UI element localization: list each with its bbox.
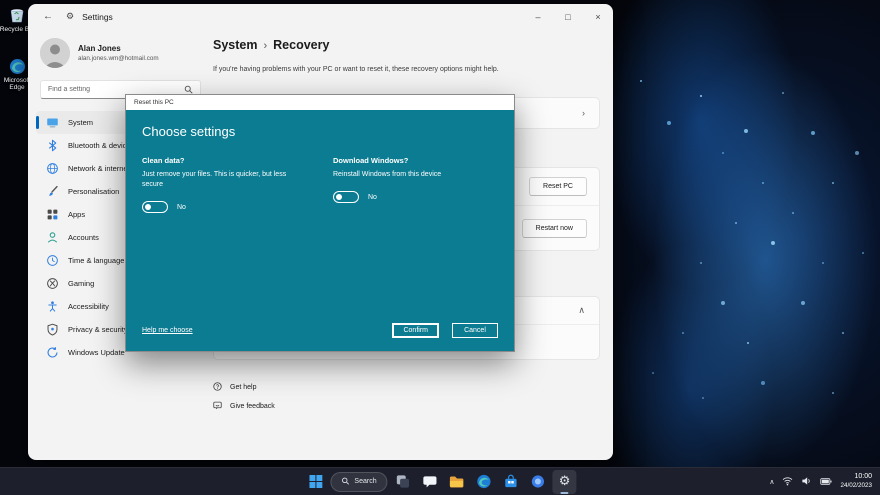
dialog-heading: Choose settings bbox=[142, 124, 498, 139]
photos-icon bbox=[530, 474, 545, 489]
dialog-body: Choose settings Clean data? Just remove … bbox=[126, 110, 514, 351]
settings-window: ← ⚙ Settings – □ × Alan Jones alan.jones… bbox=[28, 4, 613, 460]
dialog-titlebar: Reset this PC bbox=[126, 95, 514, 110]
gear-icon: ⚙ bbox=[559, 475, 571, 488]
chat-icon bbox=[422, 474, 437, 489]
wallpaper-particles bbox=[0, 0, 2, 2]
help-me-choose-link[interactable]: Help me choose bbox=[142, 327, 193, 334]
close-button[interactable]: × bbox=[583, 4, 613, 30]
sidebar-item-label: Time & language bbox=[68, 256, 124, 265]
photos-button[interactable] bbox=[526, 470, 550, 494]
desktop: Recycle Bin Microsoft Edge ← ⚙ Settings … bbox=[0, 0, 880, 495]
clean-data-option: Clean data? Just remove your files. This… bbox=[142, 156, 307, 213]
edge-icon bbox=[476, 474, 491, 489]
search-input[interactable] bbox=[48, 86, 184, 93]
feedback-icon bbox=[213, 401, 222, 412]
link-label: Get help bbox=[230, 384, 256, 391]
minimize-button[interactable]: – bbox=[523, 4, 553, 30]
volume-icon[interactable] bbox=[801, 473, 812, 491]
update-icon bbox=[46, 346, 59, 359]
reset-pc-button[interactable]: Reset PC bbox=[529, 177, 587, 196]
brush-icon bbox=[46, 185, 59, 198]
chevron-right-icon: › bbox=[582, 108, 585, 118]
battery-icon[interactable] bbox=[820, 473, 832, 491]
person-icon bbox=[46, 231, 59, 244]
task-view-icon bbox=[395, 474, 410, 489]
edge-button[interactable] bbox=[472, 470, 496, 494]
taskbar-search-label: Search bbox=[354, 478, 376, 485]
sidebar-item-label: System bbox=[68, 118, 93, 127]
sidebar-item-label: Accessibility bbox=[68, 302, 109, 311]
wifi-icon[interactable] bbox=[782, 473, 793, 491]
globe-icon bbox=[46, 162, 59, 175]
taskbar: Search ⚙ ∧ bbox=[0, 467, 880, 495]
breadcrumb-parent[interactable]: System bbox=[213, 38, 257, 52]
breadcrumb: System › Recovery bbox=[213, 38, 600, 52]
search-icon bbox=[341, 477, 349, 487]
give-feedback-link[interactable]: Give feedback bbox=[213, 399, 600, 414]
sidebar-item-label: Personalisation bbox=[68, 187, 119, 196]
accessibility-icon bbox=[46, 300, 59, 313]
clean-data-toggle[interactable] bbox=[142, 201, 168, 213]
task-view-button[interactable] bbox=[391, 470, 415, 494]
download-windows-option: Download Windows? Reinstall Windows from… bbox=[333, 156, 498, 213]
option-question: Clean data? bbox=[142, 156, 307, 165]
user-profile[interactable]: Alan Jones alan.jones.wm@hotmail.com bbox=[36, 36, 205, 68]
shield-icon bbox=[46, 323, 59, 336]
store-button[interactable] bbox=[499, 470, 523, 494]
dialog-title: Reset this PC bbox=[134, 99, 174, 106]
titlebar: ← ⚙ Settings – □ × bbox=[28, 4, 613, 30]
toggle-knob bbox=[336, 194, 342, 200]
page-subtitle: If you're having problems with your PC o… bbox=[213, 66, 600, 73]
windows-logo-icon bbox=[309, 475, 322, 488]
store-icon bbox=[503, 474, 518, 489]
clock-date: 24/02/2023 bbox=[840, 482, 872, 490]
restart-now-button[interactable]: Restart now bbox=[522, 219, 587, 238]
bluetooth-icon bbox=[46, 139, 59, 152]
download-windows-toggle[interactable] bbox=[333, 191, 359, 203]
apps-grid-icon bbox=[46, 208, 59, 221]
toggle-state-label: No bbox=[368, 194, 377, 201]
option-description: Reinstall Windows from this device bbox=[333, 170, 498, 180]
breadcrumb-separator: › bbox=[263, 40, 267, 52]
confirm-button[interactable]: Confirm bbox=[392, 323, 439, 338]
file-explorer-button[interactable] bbox=[445, 470, 469, 494]
get-help-link[interactable]: Get help bbox=[213, 380, 600, 395]
chat-button[interactable] bbox=[418, 470, 442, 494]
toggle-knob bbox=[145, 204, 151, 210]
sidebar-item-label: Gaming bbox=[68, 279, 94, 288]
sidebar-item-label: Accounts bbox=[68, 233, 99, 242]
sidebar-item-label: Windows Update bbox=[68, 348, 125, 357]
clock-time: 10:00 bbox=[840, 473, 872, 482]
sidebar-item-label: Network & internet bbox=[68, 164, 130, 173]
back-button[interactable]: ← bbox=[38, 8, 58, 26]
sidebar-item-label: Apps bbox=[68, 210, 85, 219]
link-label: Give feedback bbox=[230, 403, 275, 410]
clock-icon bbox=[46, 254, 59, 267]
avatar bbox=[40, 38, 70, 68]
file-explorer-icon bbox=[449, 474, 465, 490]
help-icon bbox=[213, 382, 222, 393]
tray-chevron-up-icon[interactable]: ∧ bbox=[769, 478, 774, 486]
xbox-icon bbox=[46, 277, 59, 290]
taskbar-clock[interactable]: 10:00 24/02/2023 bbox=[840, 473, 872, 490]
settings-taskbar-button[interactable]: ⚙ bbox=[553, 470, 577, 494]
option-question: Download Windows? bbox=[333, 156, 498, 165]
maximize-button[interactable]: □ bbox=[553, 4, 583, 30]
chevron-up-icon: ∧ bbox=[578, 305, 585, 316]
sidebar-item-label: Privacy & security bbox=[68, 325, 128, 334]
reset-pc-dialog: Reset this PC Choose settings Clean data… bbox=[125, 94, 515, 352]
system-icon bbox=[46, 116, 59, 129]
option-description: Just remove your files. This is quicker,… bbox=[142, 170, 307, 190]
settings-app-icon: ⚙ bbox=[66, 12, 74, 22]
profile-name: Alan Jones bbox=[78, 44, 159, 53]
window-title: Settings bbox=[82, 12, 113, 22]
footer-links: Get help Give feedback bbox=[213, 380, 600, 414]
page-title: Recovery bbox=[273, 38, 329, 52]
cancel-button[interactable]: Cancel bbox=[452, 323, 498, 338]
profile-email: alan.jones.wm@hotmail.com bbox=[78, 55, 159, 62]
toggle-state-label: No bbox=[177, 204, 186, 211]
taskbar-search[interactable]: Search bbox=[330, 472, 387, 492]
start-button[interactable] bbox=[303, 470, 327, 494]
